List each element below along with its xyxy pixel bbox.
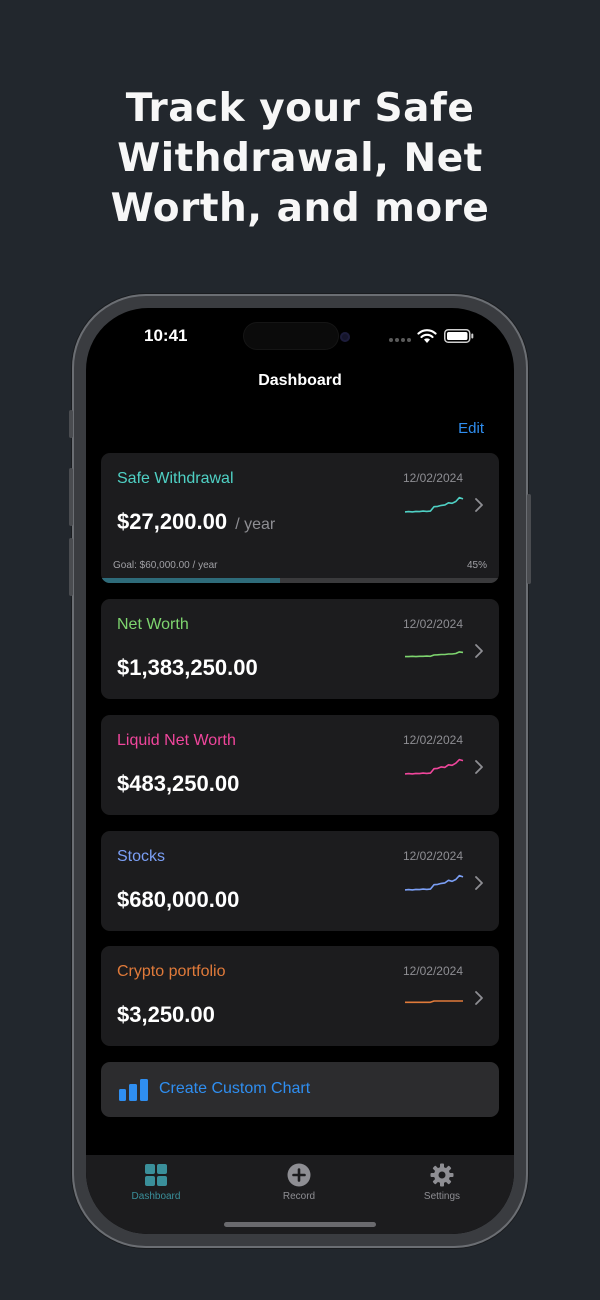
card-title: Net Worth xyxy=(117,616,189,633)
home-indicator xyxy=(224,1222,376,1227)
camera-icon xyxy=(340,332,350,342)
card-value: $680,000.00 xyxy=(117,887,240,912)
tab-label: Settings xyxy=(423,1191,461,1202)
sparkline-line xyxy=(404,496,464,513)
page-title: Dashboard xyxy=(258,372,342,389)
sparkline xyxy=(404,758,464,775)
card-value-unit: / year xyxy=(235,516,276,533)
tab-dashboard[interactable]: Dashboard xyxy=(106,1163,206,1202)
wifi-icon xyxy=(417,329,437,343)
crypto-portfolio-card[interactable]: Crypto portfolio 12/02/2024 $3,250.00 xyxy=(101,946,499,1046)
chevron-right-icon xyxy=(475,498,483,512)
sparkline-line xyxy=(405,1000,463,1004)
stocks-card[interactable]: Stocks 12/02/2024 $680,000.00 xyxy=(101,831,499,931)
chevron-right-icon xyxy=(475,876,483,890)
tab-record[interactable]: Record xyxy=(249,1163,349,1202)
sparkline xyxy=(404,496,464,513)
tab-settings[interactable]: Settings xyxy=(392,1163,492,1202)
sparkline xyxy=(405,651,464,658)
grid-icon xyxy=(145,1164,167,1186)
chevron-right-icon xyxy=(475,991,483,1005)
headline: Track your Safe Withdrawal, Net Worth, a… xyxy=(60,84,540,234)
card-value-amount: $27,200.00 xyxy=(117,509,228,534)
power-button xyxy=(527,494,531,584)
card-date: 12/02/2024 xyxy=(402,733,463,747)
gear-icon xyxy=(430,1163,454,1187)
card-value: $483,250.00 xyxy=(117,771,240,796)
liquid-net-worth-card[interactable]: Liquid Net Worth 12/02/2024 $483,250.00 xyxy=(101,715,499,815)
card-value: $3,250.00 xyxy=(117,1002,215,1027)
safe-withdrawal-card[interactable]: Safe Withdrawal 12/02/2024 $27,200.00 / … xyxy=(101,453,499,583)
card-date: 12/02/2024 xyxy=(402,964,463,978)
card-date: 12/02/2024 xyxy=(402,471,463,485)
edit-button[interactable]: Edit xyxy=(458,420,484,437)
signal-icon xyxy=(389,338,411,342)
phone-screen: 10:41 Dashboard Edit Safe Withdrawal 12/… xyxy=(86,308,514,1234)
card-title: Liquid Net Worth xyxy=(117,732,236,749)
headline-line-3: Worth, and more xyxy=(110,186,490,231)
sparkline-line xyxy=(405,651,464,658)
tab-label: Record xyxy=(282,1191,316,1202)
card-title: Stocks xyxy=(117,848,166,865)
sparkline xyxy=(404,874,464,891)
card-title: Crypto portfolio xyxy=(117,963,226,980)
battery-icon xyxy=(444,329,474,343)
volume-up-button xyxy=(69,468,73,526)
card-value: $27,200.00 / year xyxy=(117,509,275,535)
tab-label: Dashboard xyxy=(131,1191,181,1202)
card-title: Safe Withdrawal xyxy=(117,470,234,487)
silent-switch xyxy=(69,410,73,438)
chevron-right-icon xyxy=(475,644,483,658)
goal-progress-fill xyxy=(101,578,281,583)
card-value: $1,383,250.00 xyxy=(117,655,258,680)
sparkline-line xyxy=(404,874,464,891)
goal-label: Goal: $60,000.00 / year xyxy=(113,560,218,571)
sparkline xyxy=(405,1000,463,1004)
plus-circle-icon xyxy=(287,1163,311,1187)
volume-down-button xyxy=(69,538,73,596)
card-date: 12/02/2024 xyxy=(402,849,463,863)
dynamic-island xyxy=(244,323,338,349)
card-date: 12/02/2024 xyxy=(402,617,463,631)
goal-percent: 45% xyxy=(466,560,487,571)
create-custom-chart-label: Create Custom Chart xyxy=(159,1080,311,1097)
bar-chart-icon xyxy=(119,1079,148,1101)
sparkline-line xyxy=(404,758,464,775)
goal-progress-bar xyxy=(101,578,499,583)
create-custom-chart-button[interactable]: Create Custom Chart xyxy=(101,1062,499,1117)
headline-line-2: Withdrawal, Net xyxy=(117,136,483,181)
net-worth-card[interactable]: Net Worth 12/02/2024 $1,383,250.00 xyxy=(101,599,499,699)
chevron-right-icon xyxy=(475,760,483,774)
status-time: 10:41 xyxy=(144,326,188,345)
headline-line-1: Track your Safe xyxy=(125,86,475,131)
